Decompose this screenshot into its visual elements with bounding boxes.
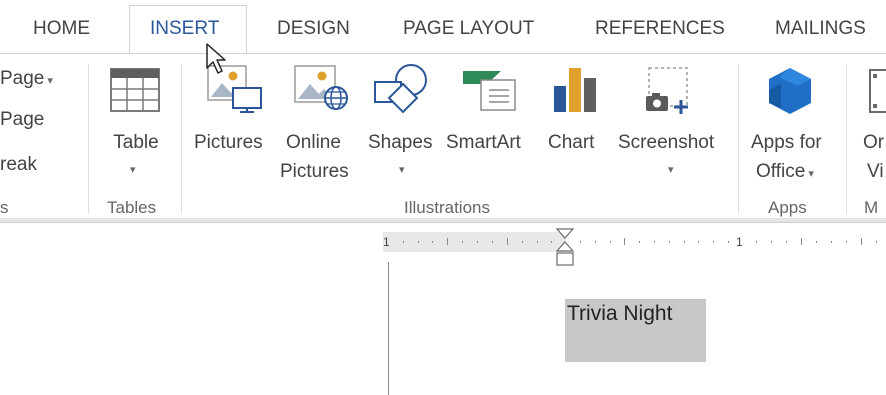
table-label: Table <box>113 132 159 153</box>
shapes-label: Shapes <box>368 132 433 153</box>
illustrations-group-label: Illustrations <box>404 198 490 217</box>
online-video-icon <box>869 69 886 113</box>
apps-for-office-icon <box>769 68 811 114</box>
tables-group-label: Tables <box>107 198 157 217</box>
apps-group-label: Apps <box>768 198 807 217</box>
table-icon <box>110 68 160 112</box>
blank-page-button[interactable]: Page <box>0 105 44 134</box>
ribbon-tab-bar: HOME INSERT DESIGN PAGE LAYOUT REFERENCE… <box>0 0 886 54</box>
ruler-mark-right: 1 <box>736 235 743 249</box>
tab-references[interactable]: REFERENCES <box>595 18 725 40</box>
mouse-pointer-icon <box>206 43 226 74</box>
indent-marker[interactable] <box>555 228 575 268</box>
tab-mailings[interactable]: MAILINGS <box>775 18 866 40</box>
screenshot-label: Screenshot <box>618 132 715 153</box>
screenshot-icon <box>646 67 688 114</box>
group-separator <box>738 64 739 214</box>
cover-page-label: Page <box>0 68 45 89</box>
pages-group-label: s <box>0 198 9 217</box>
online-video-label-line1: Or <box>863 132 885 153</box>
media-group-label: M <box>864 198 879 217</box>
online-pictures-icon <box>294 65 348 110</box>
page-left-edge <box>388 262 389 395</box>
online-pictures-label-line1: Online <box>286 132 341 153</box>
online-pictures-label-line2: Pictures <box>280 161 349 182</box>
ribbon-insert: Page ▾ Page reak s Table ▾ Tables Pictur… <box>0 54 886 220</box>
shapes-icon <box>374 64 427 114</box>
tab-home[interactable]: HOME <box>33 18 90 40</box>
cover-page-button[interactable]: Page ▾ <box>0 64 53 96</box>
ribbon-bottom-border <box>0 222 886 223</box>
tab-page-layout[interactable]: PAGE LAYOUT <box>403 18 534 40</box>
pictures-label: Pictures <box>194 132 263 153</box>
apps-for-office-label-line2: Office ▾ <box>756 161 814 182</box>
ruler-mark-left: 1 <box>383 235 390 249</box>
group-separator <box>88 64 89 214</box>
smartart-label: SmartArt <box>446 132 521 153</box>
tab-insert[interactable]: INSERT <box>150 18 219 40</box>
chart-label: Chart <box>548 132 595 153</box>
page-break-button[interactable]: reak <box>0 150 37 179</box>
tab-design[interactable]: DESIGN <box>277 18 350 40</box>
group-separator <box>846 64 847 214</box>
online-video-label-line2: Vi <box>867 161 884 182</box>
chevron-down-icon: ▾ <box>130 164 136 176</box>
group-separator <box>181 64 182 214</box>
apps-for-office-label-line1: Apps for <box>751 132 822 153</box>
chart-icon <box>554 68 596 112</box>
ruler-ticks <box>403 238 877 245</box>
chevron-down-icon: ▾ <box>668 164 674 176</box>
chevron-down-icon: ▾ <box>399 164 405 176</box>
smartart-icon <box>463 71 516 111</box>
document-text[interactable]: Trivia Night <box>567 302 672 326</box>
